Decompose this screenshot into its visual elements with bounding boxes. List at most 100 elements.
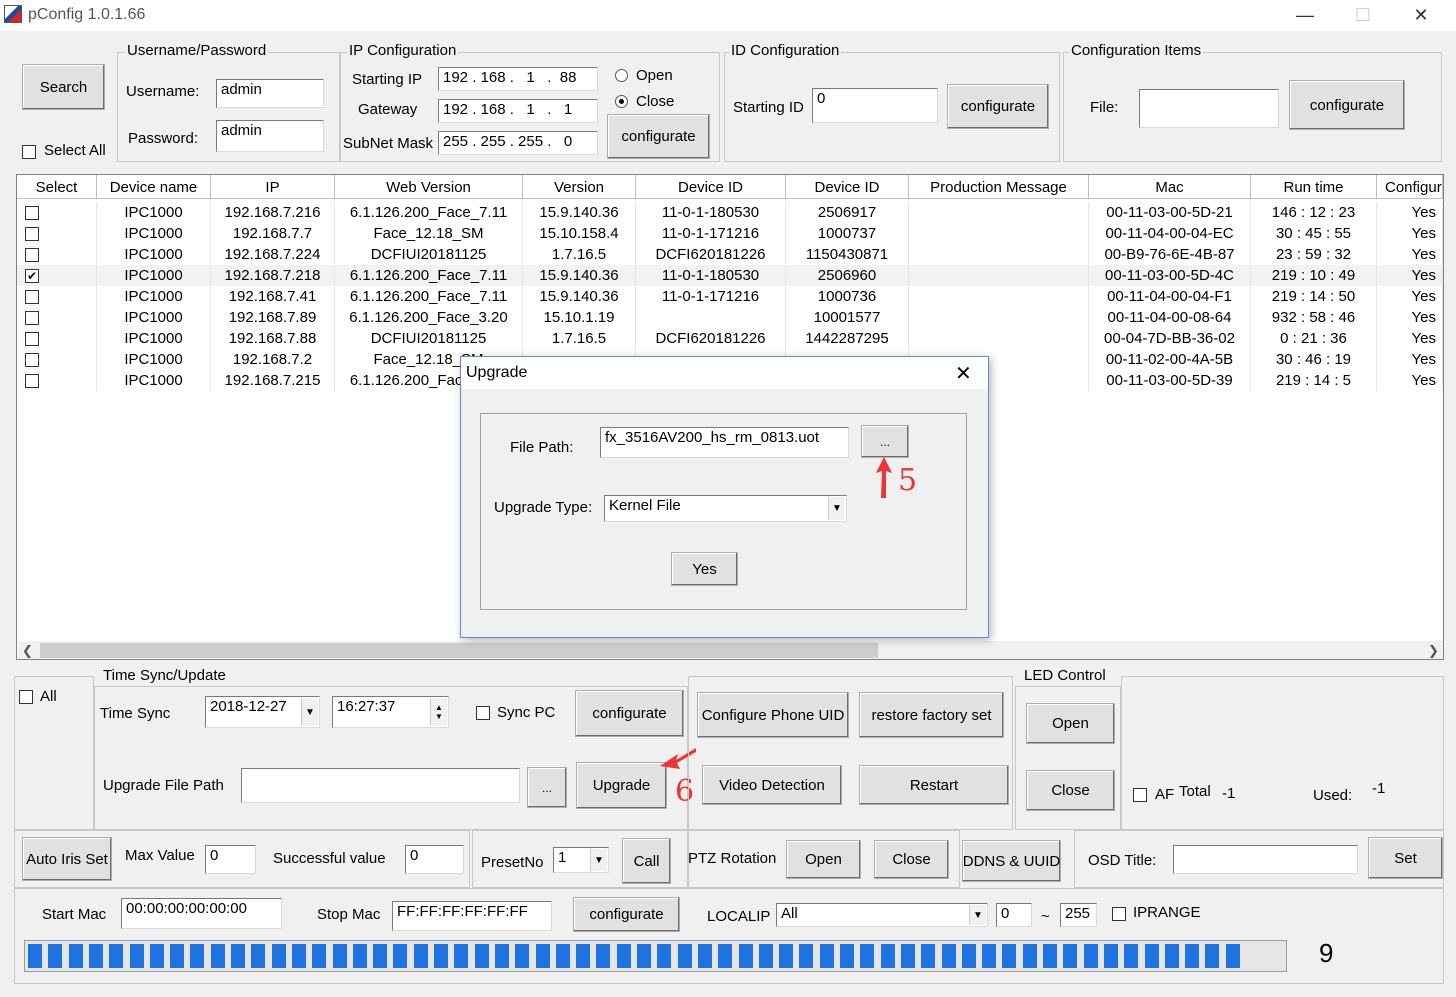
table-row[interactable]: IPC1000 192.168.7.88 DCFIUI20181125 1.7.16.… [17,328,1443,349]
af-checkbox[interactable] [1133,788,1147,802]
max-value-input[interactable]: 0 [205,845,256,874]
maximize-icon[interactable]: ☐ [1340,0,1386,31]
row-checkbox[interactable] [25,205,39,220]
column-header[interactable]: Production Message [909,175,1089,199]
row-select-cell[interactable]: ✔ [17,265,97,286]
horizontal-scrollbar[interactable]: ❮ ❯ [18,641,1443,659]
restore-factory-button[interactable]: restore factory set [859,692,1004,738]
row-select-cell[interactable] [17,244,97,265]
search-button[interactable]: Search [22,64,105,110]
table-row[interactable]: IPC1000 192.168.7.7 Face_12.18_SM 15.10.158… [17,223,1443,244]
all-checkbox[interactable] [19,690,33,704]
start-mac-input[interactable]: 00:00:00:00:00:00 [121,898,282,929]
time-configure-button[interactable]: configurate [575,690,684,737]
scroll-thumb[interactable] [40,643,878,658]
upgrade-browse-button[interactable]: ... [527,767,567,808]
column-header[interactable]: IP [211,175,335,199]
upgrade-button[interactable]: Upgrade [576,762,667,809]
table-row[interactable]: ✔ IPC1000 192.168.7.218 6.1.126.200_Face_7.… [17,265,1443,286]
minimize-icon[interactable]: — [1282,0,1328,31]
ip-configure-button[interactable]: configurate [607,114,710,159]
localip-dropdown-icon[interactable]: ▼ [969,905,986,925]
ptz-close-button[interactable]: Close [874,840,949,879]
led-open-button[interactable]: Open [1026,703,1115,744]
starting-id-input[interactable]: 0 [812,88,938,123]
range-to-input[interactable]: 255 [1060,903,1097,927]
row-select-cell[interactable] [17,286,97,307]
auto-iris-set-button[interactable]: Auto Iris Set [22,837,112,881]
upgrade-type-select[interactable]: Kernel File ▼ [604,495,847,522]
column-header[interactable]: Device ID [786,175,909,199]
gateway-input[interactable]: 192 . 168 . 1 . 1 [438,99,598,123]
scroll-right-icon[interactable]: ❯ [1428,643,1439,659]
column-header[interactable]: Run time [1251,175,1377,199]
table-row[interactable]: IPC1000 192.168.7.216 6.1.126.200_Face_7.1… [17,202,1443,223]
row-checkbox[interactable] [25,226,39,241]
row-checkbox[interactable] [25,247,39,262]
restart-button[interactable]: Restart [859,765,1009,805]
table-row[interactable]: IPC1000 192.168.7.89 6.1.126.200_Face_3.20… [17,307,1443,328]
row-select-cell[interactable] [17,370,97,391]
row-select-cell[interactable] [17,349,97,370]
starting-ip-input[interactable]: 192 . 168 . 1 . 88 [438,67,598,91]
close-icon[interactable]: ✕ [1398,0,1444,31]
iprange-checkbox[interactable] [1112,907,1126,921]
scroll-left-icon[interactable]: ❮ [22,643,33,659]
file-configure-button[interactable]: configurate [1289,80,1405,130]
column-header[interactable]: Version [523,175,636,199]
column-header[interactable]: Device name [97,175,211,199]
localip-select[interactable]: All ▼ [776,903,988,927]
file-input[interactable] [1139,89,1279,128]
row-select-cell[interactable] [17,202,97,223]
column-header[interactable]: Select [17,175,97,199]
ptz-open-button[interactable]: Open [786,840,861,879]
id-configure-button[interactable]: configurate [947,84,1049,129]
configure-phone-uid-button[interactable]: Configure Phone UID [697,692,849,738]
username-input[interactable]: admin [216,79,324,108]
open-radio[interactable] [615,69,628,82]
row-select-cell[interactable] [17,223,97,244]
row-checkbox[interactable] [25,310,39,325]
table-cell-name: IPC1000 [97,370,211,391]
video-detection-button[interactable]: Video Detection [702,765,842,805]
column-header[interactable]: Device ID [636,175,786,199]
row-checkbox[interactable]: ✔ [25,268,39,283]
table-row[interactable]: IPC1000 192.168.7.41 6.1.126.200_Face_7.11… [17,286,1443,307]
call-button[interactable]: Call [622,838,671,884]
yes-button[interactable]: Yes [671,552,738,586]
row-checkbox[interactable] [25,352,39,367]
row-select-cell[interactable] [17,307,97,328]
range-from-input[interactable]: 0 [996,903,1032,927]
mac-configure-button[interactable]: configurate [573,897,680,932]
preset-select[interactable]: 1 ▼ [553,847,609,873]
date-picker[interactable]: 2018-12-27 ▼ [205,696,320,728]
ddns-uuid-button[interactable]: DDNS & UUID [962,840,1061,882]
stop-mac-input[interactable]: FF:FF:FF:FF:FF:FF [392,901,552,931]
time-spinner[interactable]: 16:27:37 ▲ ▼ [332,696,449,728]
row-checkbox[interactable] [25,331,39,346]
spinner-icon[interactable]: ▲ ▼ [430,698,447,726]
table-row[interactable]: IPC1000 192.168.7.224 DCFIUI20181125 1.7.16… [17,244,1443,265]
chevron-down-icon[interactable]: ▼ [828,497,845,520]
row-select-cell[interactable] [17,328,97,349]
select-all-checkbox[interactable] [22,145,36,159]
column-header[interactable]: Configur [1377,175,1443,199]
close-radio[interactable] [615,95,628,108]
password-input[interactable]: admin [216,120,324,152]
column-header[interactable]: Web Version [335,175,523,199]
osd-title-input[interactable] [1173,845,1358,874]
osd-set-button[interactable]: Set [1368,837,1443,879]
calendar-dropdown-icon[interactable]: ▼ [301,698,318,726]
led-close-button[interactable]: Close [1026,770,1115,811]
dialog-browse-button[interactable]: ... [861,425,909,458]
preset-dropdown-icon[interactable]: ▼ [590,849,607,871]
row-checkbox[interactable] [25,373,39,388]
column-header[interactable]: Mac [1089,175,1251,199]
upgrade-path-input[interactable] [241,768,520,803]
successful-value-input[interactable]: 0 [405,845,464,874]
sync-pc-checkbox[interactable] [476,706,490,720]
subnet-input[interactable]: 255 . 255 . 255 . 0 [438,131,598,155]
row-checkbox[interactable] [25,289,39,304]
file-path-input[interactable]: fx_3516AV200_hs_rm_0813.uot [600,427,849,458]
dialog-close-icon[interactable]: ✕ [955,361,972,386]
